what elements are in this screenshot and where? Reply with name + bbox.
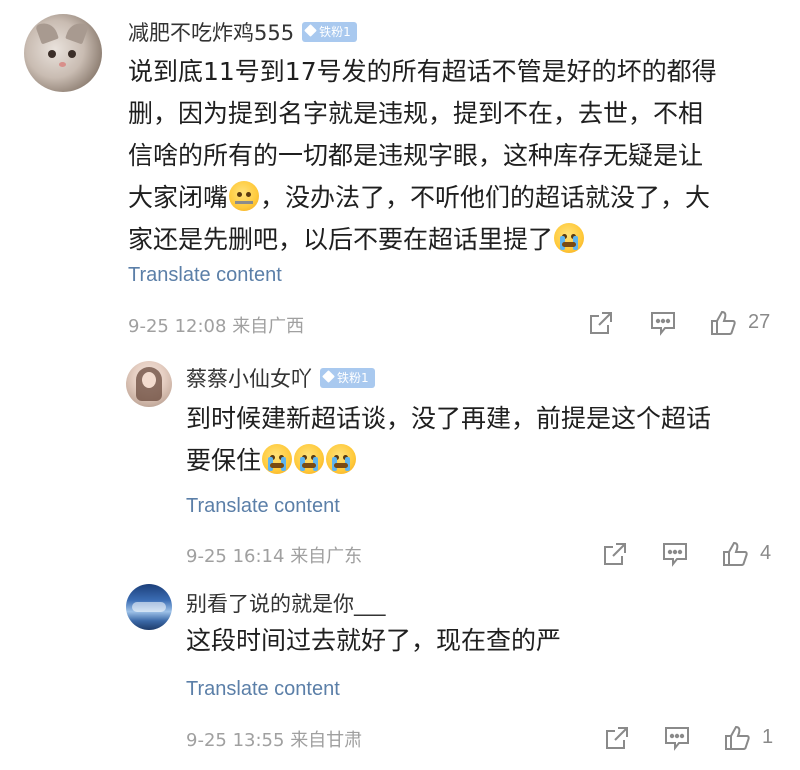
timestamp: 9-25 12:08 [128,316,227,337]
comment-meta: 9-25 16:14 来自广东 [186,542,362,568]
comment-actions: 27 [586,308,786,338]
location: 来自甘肃 [290,730,363,751]
translate-link[interactable]: Translate content [128,264,282,287]
like-count: 27 [748,311,771,333]
comment-icon[interactable] [660,539,690,569]
comment-line-with-emoji: 大家闭嘴 ，没办法了，不听他们的超话就没了，大 [128,177,778,219]
like-icon[interactable] [720,539,750,569]
comment-text: 这段时间过去就好了，现在查的严 [186,620,786,662]
comment-line-part: 要保住 [186,446,262,475]
zipper-mouth-emoji [229,181,260,211]
comment-icon[interactable] [648,308,678,338]
avatar[interactable] [126,584,172,630]
username-text[interactable]: 减肥不吃炸鸡555 [128,21,294,45]
comment-actions: 1 [602,723,782,753]
location: 来自广西 [232,316,305,337]
comment-line: 这段时间过去就好了，现在查的严 [186,626,562,655]
comment-line: 说到底11号到17号发的所有超话不管是好的坏的都得 [128,57,717,86]
comment-line: 信啥的所有的一切都是违规字眼，这种库存无疑是让 [128,141,704,170]
fan-badge-label: 铁粉1 [319,25,351,39]
comment-line-with-emoji: 家还是先删吧，以后不要在超话里提了 [128,219,778,261]
comment-meta: 9-25 13:55 来自甘肃 [186,726,362,752]
username[interactable]: 减肥不吃炸鸡555 铁粉1 [128,17,357,47]
username-text[interactable]: 别看了说的就是你___ [186,592,386,616]
diamond-icon [322,370,335,383]
username[interactable]: 别看了说的就是你___ [186,588,386,618]
comment-line-part: ，没办法了，不听他们的超话就没了，大 [260,183,711,212]
avatar[interactable] [24,14,102,92]
comment-text: 到时候建新超话谈，没了再建，前提是这个超话 要保住 [186,398,786,482]
fan-badge[interactable]: 铁粉1 [302,22,357,42]
fan-badge[interactable]: 铁粉1 [320,368,375,388]
share-icon[interactable] [602,723,632,753]
comment-text: 说到底11号到17号发的所有超话不管是好的坏的都得 删，因为提到名字就是违规，提… [128,51,778,261]
timestamp: 9-25 16:14 [186,546,285,567]
like-icon[interactable] [708,308,738,338]
comment-item: 减肥不吃炸鸡555 铁粉1 说到底11号到17号发的所有超话不管是好的坏的都得 删… [0,0,800,345]
crying-emoji [326,444,357,474]
translate-link[interactable]: Translate content [186,678,340,701]
comment-line-part: 大家闭嘴 [128,183,229,212]
reply-item: 蔡蔡小仙女吖 铁粉1 到时候建新超话谈，没了再建，前提是这个超话 要保住 Tran… [0,345,800,580]
comment-line-part: 家还是先删吧，以后不要在超话里提了 [128,225,554,254]
fan-badge-label: 铁粉1 [337,371,369,385]
comment-actions: 4 [600,539,790,569]
comment-icon[interactable] [662,723,692,753]
timestamp: 9-25 13:55 [186,730,285,751]
share-icon[interactable] [586,308,616,338]
username[interactable]: 蔡蔡小仙女吖 铁粉1 [186,363,375,393]
comment-line: 到时候建新超话谈，没了再建，前提是这个超话 [186,404,712,433]
reply-item: 别看了说的就是你___ 这段时间过去就好了，现在查的严 Translate co… [0,580,800,770]
share-icon[interactable] [600,539,630,569]
crying-emoji [294,444,325,474]
like-icon[interactable] [722,723,752,753]
location: 来自广东 [290,546,363,567]
comment-meta: 9-25 12:08 来自广西 [128,312,304,338]
comment-line: 删，因为提到名字就是违规，提到不在，去世，不相 [128,99,704,128]
comment-line-with-emoji: 要保住 [186,440,786,482]
like-count: 1 [762,726,774,748]
diamond-icon [304,24,317,37]
crying-emoji [554,223,585,253]
avatar[interactable] [126,361,172,407]
translate-link[interactable]: Translate content [186,495,340,518]
like-count: 4 [760,542,772,564]
username-text[interactable]: 蔡蔡小仙女吖 [186,367,312,391]
crying-emoji [262,444,293,474]
